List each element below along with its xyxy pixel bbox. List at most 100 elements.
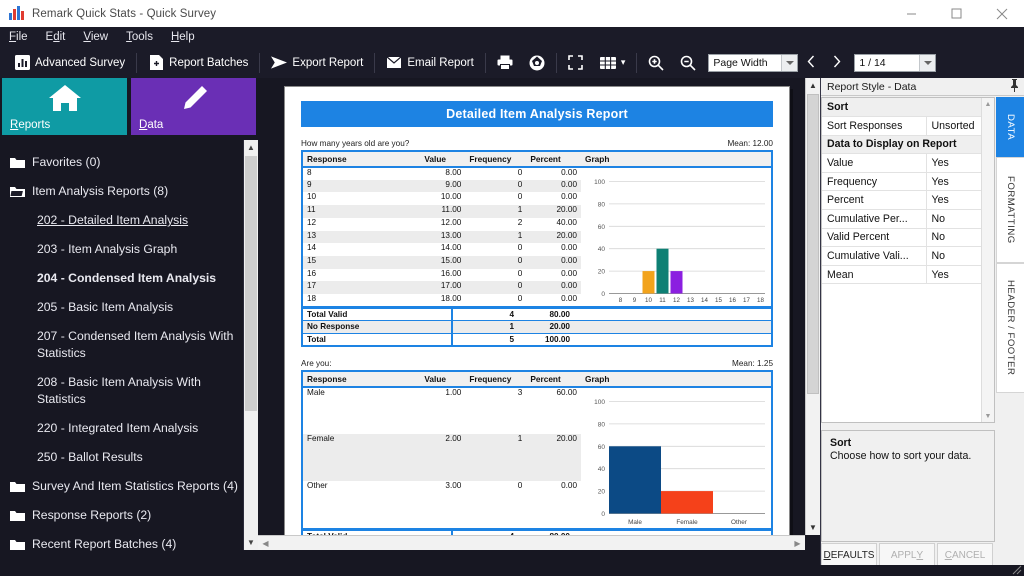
totals-percent: 20.00	[518, 321, 580, 334]
page-number-combo[interactable]: 1 / 14	[854, 54, 936, 72]
scroll-down-arrow-icon[interactable]: ▼	[244, 535, 258, 550]
tree-item-207-condensed-item-analysis-with-statistics[interactable]: 207 - Condensed Item Analysis With Stati…	[8, 322, 242, 368]
properties-vertical-scrollbar[interactable]: ▲ ▼	[981, 98, 994, 422]
scroll-up-arrow-icon[interactable]: ▲	[982, 98, 994, 110]
chevron-down-icon[interactable]	[781, 55, 797, 71]
zoom-in-button[interactable]	[640, 51, 672, 75]
cell-percent: 0.00	[526, 481, 581, 528]
scroll-left-arrow-icon[interactable]: ◀	[258, 539, 273, 548]
tree-folder-response-reports[interactable]: Response Reports (2)	[8, 501, 242, 530]
viewer-vertical-scrollbar[interactable]: ▲ ▼	[805, 78, 820, 535]
defaults-button[interactable]: DEFAULTS	[821, 543, 877, 567]
scroll-up-arrow-icon[interactable]: ▲	[244, 140, 258, 155]
next-page-button[interactable]	[824, 55, 850, 71]
page-number-value: 1 / 14	[859, 57, 885, 69]
property-row-cumulative-percent[interactable]: Cumulative Per... No	[822, 210, 994, 229]
zoom-level-combo[interactable]: Page Width	[708, 54, 798, 72]
tree-folder-recent-report-batches[interactable]: Recent Report Batches (4)	[8, 530, 242, 559]
viewer-horizontal-scrollbar[interactable]: ◀ ▶	[258, 535, 805, 550]
tree-item-205-basic-item-analysis[interactable]: 205 - Basic Item Analysis	[8, 293, 242, 322]
chevron-down-icon[interactable]	[919, 55, 935, 71]
page-grid-button[interactable]: ▾	[592, 51, 634, 75]
property-row-mean[interactable]: Mean Yes	[822, 265, 994, 284]
resize-grip-icon[interactable]	[1009, 562, 1022, 575]
email-report-button[interactable]: Email Report	[378, 51, 481, 75]
cell-percent: 0.00	[526, 167, 581, 180]
zoom-in-icon	[648, 55, 664, 71]
vtab-formatting[interactable]: FORMATTING	[996, 157, 1024, 263]
scroll-right-arrow-icon[interactable]: ▶	[790, 539, 805, 548]
window-controls	[889, 0, 1024, 27]
report-tree: Favorites (0) Item Analysis Reports (8) …	[0, 140, 258, 576]
cell-value: 3.00	[420, 481, 465, 528]
cell-frequency: 0	[465, 192, 526, 205]
report-batches-button[interactable]: Report Batches	[140, 51, 256, 75]
cell-frequency: 1	[465, 231, 526, 244]
scroll-up-arrow-icon[interactable]: ▲	[806, 78, 820, 93]
minimize-icon[interactable]	[889, 0, 934, 27]
tree-item-203-item-analysis-graph[interactable]: 203 - Item Analysis Graph	[8, 235, 242, 264]
menu-help[interactable]: Help	[171, 31, 205, 43]
cell-frequency: 1	[465, 205, 526, 218]
svg-text:100: 100	[594, 179, 605, 186]
report-title: Detailed Item Analysis Report	[301, 101, 773, 127]
menu-tools[interactable]: Tools	[126, 31, 163, 43]
svg-text:80: 80	[598, 201, 606, 208]
tree-item-208-basic-item-analysis-with-statistics[interactable]: 208 - Basic Item Analysis With Statistic…	[8, 368, 242, 414]
property-row-percent[interactable]: Percent Yes	[822, 191, 994, 210]
apply-button[interactable]: APPLY	[879, 543, 935, 567]
maximize-icon[interactable]	[934, 0, 979, 27]
fit-page-button[interactable]	[560, 51, 592, 75]
scrollbar-thumb[interactable]	[807, 94, 819, 394]
property-row-value[interactable]: Value Yes	[822, 154, 994, 173]
pdf-export-button[interactable]	[521, 51, 553, 75]
totals-spacer	[580, 308, 772, 321]
property-section-sort: Sort	[822, 98, 994, 117]
vtab-data[interactable]: DATA	[996, 97, 1024, 157]
svg-text:0: 0	[601, 511, 605, 518]
print-button[interactable]	[489, 51, 521, 75]
scroll-down-arrow-icon[interactable]: ▼	[982, 410, 994, 422]
close-icon[interactable]	[979, 0, 1024, 27]
property-row-cumulative-valid-percent[interactable]: Cumulative Vali... No	[822, 247, 994, 266]
tree-item-202-detailed-item-analysis[interactable]: 202 - Detailed Item Analysis	[8, 206, 242, 235]
prev-page-button[interactable]	[798, 55, 824, 71]
pin-icon[interactable]	[1009, 79, 1020, 95]
property-row-sort-responses[interactable]: Sort Responses Unsorted	[822, 117, 994, 136]
sidebar-tab-data[interactable]: Data	[131, 78, 256, 135]
svg-text:20: 20	[598, 488, 606, 495]
tree-folder-item-analysis-reports[interactable]: Item Analysis Reports (8)	[8, 177, 242, 206]
cell-percent: 0.00	[526, 294, 581, 307]
tree-item-220-integrated-item-analysis[interactable]: 220 - Integrated Item Analysis	[8, 414, 242, 443]
property-key: Valid Percent	[822, 228, 926, 247]
tree-item-250-ballot-results[interactable]: 250 - Ballot Results	[8, 443, 242, 472]
property-row-valid-percent[interactable]: Valid Percent No	[822, 228, 994, 247]
vtab-header-footer[interactable]: HEADER / FOOTER	[996, 263, 1024, 393]
pencil-icon	[131, 84, 256, 114]
export-report-button[interactable]: Export Report	[263, 51, 371, 75]
question-mean: Mean: 12.00	[727, 139, 773, 148]
property-row-frequency[interactable]: Frequency Yes	[822, 172, 994, 191]
cell-response: Male	[302, 387, 420, 434]
scroll-down-arrow-icon[interactable]: ▼	[806, 520, 820, 535]
totals-spacer	[580, 333, 772, 346]
menu-view[interactable]: View	[83, 31, 118, 43]
tree-item-204-condensed-item-analysis[interactable]: 204 - Condensed Item Analysis	[8, 264, 242, 293]
cell-value: 2.00	[420, 434, 465, 481]
cancel-button[interactable]: CANCEL	[937, 543, 993, 567]
totals-frequency: 5	[452, 333, 518, 346]
scrollbar-thumb[interactable]	[245, 156, 257, 411]
toolbar-separator	[374, 53, 375, 73]
menu-file[interactable]: File	[9, 31, 38, 43]
tree-folder-favorites[interactable]: Favorites (0)	[8, 148, 242, 177]
sidebar-tab-reports[interactable]: Reports	[2, 78, 127, 135]
folder-icon	[10, 538, 25, 550]
zoom-out-button[interactable]	[672, 51, 704, 75]
menu-edit[interactable]: Edit	[46, 31, 76, 43]
sidebar-vertical-scrollbar[interactable]: ▲ ▼	[243, 140, 258, 550]
cell-response: 10	[302, 192, 420, 205]
advanced-survey-button[interactable]: Advanced Survey	[6, 51, 133, 75]
tree-item-label: 207 - Condensed Item Analysis With Stati…	[37, 328, 240, 362]
tree-folder-survey-and-item-statistics-reports[interactable]: Survey And Item Statistics Reports (4)	[8, 472, 242, 501]
tree-item-label: 220 - Integrated Item Analysis	[37, 420, 198, 437]
